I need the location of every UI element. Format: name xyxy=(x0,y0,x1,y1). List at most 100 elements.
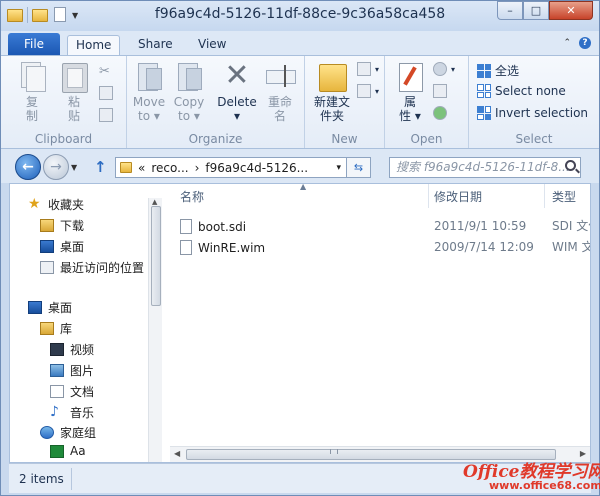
forward-arrow-icon: → xyxy=(50,159,62,175)
paste-label: 粘 贴 xyxy=(67,95,80,123)
nav-favorites[interactable]: ★ 收藏夹 xyxy=(28,196,84,213)
tab-view[interactable]: View xyxy=(198,35,226,55)
invert-selection-icon xyxy=(477,106,491,120)
file-row[interactable]: WinRE.wim 2009/7/14 12:09 WIM 文件 xyxy=(180,237,590,258)
nav-scroll-thumb[interactable] xyxy=(151,206,161,306)
nav-pictures[interactable]: 图片 xyxy=(50,362,94,379)
new-item-button[interactable]: ▾ xyxy=(357,62,379,76)
main-area: ★ 收藏夹 下载 桌面 最近访问的位置 桌面 库 视频 图片 文档 ♪ 音乐 家… xyxy=(9,183,591,463)
nav-favorites-label: 收藏夹 xyxy=(48,198,85,212)
group-clipboard: 复 制 粘 贴 ✂ Clipboard xyxy=(1,56,127,148)
nav-user[interactable]: Aa xyxy=(50,444,86,458)
properties-button[interactable]: 属 性 ▾ xyxy=(393,60,427,123)
move-to-button[interactable]: Move to ▾ xyxy=(131,60,167,123)
desktop-icon xyxy=(28,301,42,314)
new-folder-button[interactable]: 新建文 件夹 xyxy=(309,60,355,123)
file-date: 2011/9/1 10:59 xyxy=(434,219,527,233)
tab-home[interactable]: Home xyxy=(67,35,121,56)
file-icon xyxy=(180,219,192,234)
easy-access-button[interactable]: ▾ xyxy=(357,84,379,98)
scroll-left-icon[interactable]: ◀ xyxy=(174,449,180,458)
libraries-icon xyxy=(40,322,54,335)
breadcrumb-recovery[interactable]: reco... xyxy=(151,161,188,175)
copy-path-button[interactable] xyxy=(99,86,113,100)
tab-share[interactable]: Share xyxy=(138,35,173,55)
open-group-label: Open xyxy=(410,132,443,146)
column-separator[interactable] xyxy=(544,184,545,208)
invert-selection-button[interactable]: Invert selection xyxy=(477,106,588,120)
select-all-button[interactable]: 全选 xyxy=(477,62,519,79)
column-header-type[interactable]: 类型 xyxy=(552,184,576,208)
column-header-name[interactable]: 名称 xyxy=(180,184,204,208)
paste-icon xyxy=(59,60,89,93)
nav-recent-places-label: 最近访问的位置 xyxy=(60,261,145,275)
paste-button[interactable]: 粘 贴 xyxy=(57,60,91,123)
nav-homegroup[interactable]: 家庭组 xyxy=(40,424,96,441)
ribbon-right-controls: ⌃ ? xyxy=(563,37,591,49)
maximize-button[interactable]: □ xyxy=(523,1,549,20)
back-button[interactable]: ← xyxy=(15,154,41,180)
nav-desktop-favorite[interactable]: 桌面 xyxy=(40,238,84,255)
forward-button[interactable]: → xyxy=(43,154,69,180)
paste-shortcut-button[interactable] xyxy=(99,108,113,122)
organize-group-label: Organize xyxy=(188,132,243,146)
breadcrumb-separator[interactable]: › xyxy=(195,161,200,175)
delete-button[interactable]: ✕ Delete ▾ xyxy=(215,60,259,124)
nav-downloads[interactable]: 下载 xyxy=(40,217,84,234)
search-input[interactable]: 搜索 f96a9c4d-5126-11df-8... xyxy=(389,157,581,178)
scroll-up-icon[interactable]: ▲ xyxy=(152,198,157,206)
nav-videos-label: 视频 xyxy=(70,343,95,357)
breadcrumb-current[interactable]: f96a9c4d-5126... xyxy=(205,161,308,175)
easy-access-icon xyxy=(357,84,371,98)
delete-label: Delete xyxy=(217,95,257,109)
minimize-button[interactable]: – xyxy=(497,1,523,20)
nav-pane-scrollbar[interactable]: ▲ xyxy=(148,198,162,462)
user-icon xyxy=(50,444,64,458)
column-separator[interactable] xyxy=(428,184,429,208)
address-bar[interactable]: « reco... › f96a9c4d-5126... ▾ xyxy=(115,157,347,178)
tab-file[interactable]: File xyxy=(8,33,60,55)
homegroup-icon xyxy=(40,426,54,439)
status-separator xyxy=(71,468,72,490)
sort-ascending-icon: ▲ xyxy=(300,184,307,191)
file-name: WinRE.wim xyxy=(198,240,266,255)
navigation-bar: ← → ▼ ↑ « reco... › f96a9c4d-5126... ▾ ⇆… xyxy=(1,149,599,183)
edit-button[interactable] xyxy=(433,84,447,98)
delete-dropdown-icon[interactable]: ▾ xyxy=(215,109,259,123)
group-new: 新建文 件夹 ▾ ▾ New xyxy=(305,56,385,148)
nav-recent-places[interactable]: 最近访问的位置 xyxy=(40,259,144,276)
cut-button[interactable]: ✂ xyxy=(99,64,110,79)
select-none-button[interactable]: Select none xyxy=(477,84,566,98)
copy-to-button[interactable]: Copy to ▾ xyxy=(171,60,207,123)
nav-videos[interactable]: 视频 xyxy=(50,341,94,358)
open-button[interactable]: ▾ xyxy=(433,62,455,76)
nav-documents[interactable]: 文档 xyxy=(50,383,94,400)
nav-documents-label: 文档 xyxy=(70,385,95,399)
group-select: 全选 Select none Invert selection Select xyxy=(469,56,599,148)
copy-button[interactable]: 复 制 xyxy=(15,60,49,123)
recent-locations-dropdown-icon[interactable]: ▼ xyxy=(71,163,77,172)
edit-icon xyxy=(433,84,447,98)
nav-pictures-label: 图片 xyxy=(70,364,95,378)
address-dropdown-icon[interactable]: ▾ xyxy=(336,163,341,173)
history-button[interactable] xyxy=(433,106,447,120)
select-group-label: Select xyxy=(515,132,553,146)
nav-desktop[interactable]: 桌面 xyxy=(28,299,72,316)
file-date: 2009/7/14 12:09 xyxy=(434,240,534,254)
close-button[interactable]: ✕ xyxy=(549,1,593,20)
rename-button[interactable]: 重命 名 xyxy=(261,60,299,123)
open-icon xyxy=(433,62,447,76)
address-overflow[interactable]: « xyxy=(138,161,145,175)
minimize-ribbon-icon[interactable]: ⌃ xyxy=(563,38,571,48)
videos-icon xyxy=(50,343,64,356)
help-icon[interactable]: ? xyxy=(579,37,591,49)
search-icon[interactable] xyxy=(565,160,576,171)
file-icon xyxy=(180,240,192,255)
refresh-button[interactable]: ⇆ xyxy=(347,157,371,178)
column-header-date[interactable]: 修改日期 xyxy=(434,184,482,208)
nav-music[interactable]: ♪ 音乐 xyxy=(50,404,94,421)
up-level-button[interactable]: ↑ xyxy=(94,158,107,176)
properties-icon xyxy=(395,60,425,92)
nav-libraries[interactable]: 库 xyxy=(40,320,72,337)
file-row[interactable]: boot.sdi 2011/9/1 10:59 SDI 文件 xyxy=(180,216,590,237)
